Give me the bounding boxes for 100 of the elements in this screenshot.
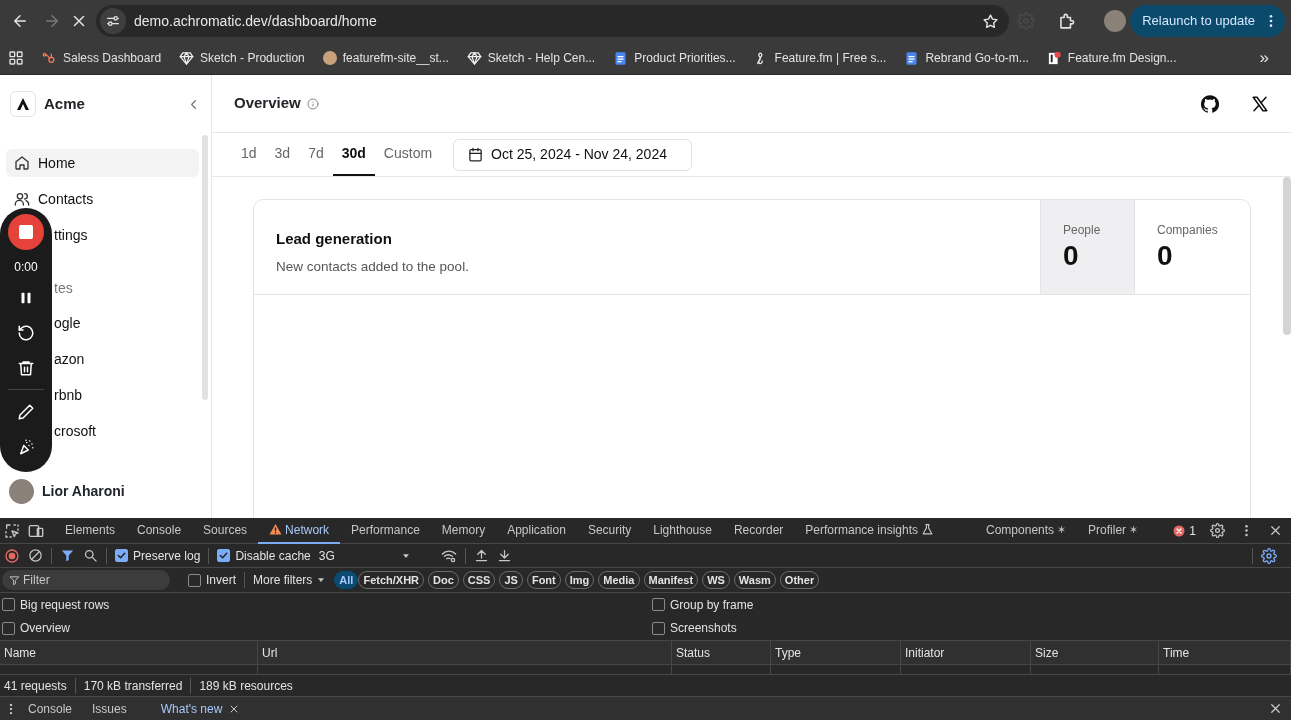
sidebar-item[interactable]: rbnb [54, 381, 83, 409]
sidebar-item[interactable]: ttings [54, 221, 88, 249]
profile-avatar[interactable] [1104, 10, 1127, 32]
stat-panel[interactable]: People 0 [1040, 200, 1134, 294]
devtools-tab[interactable]: Console [126, 517, 193, 544]
stat-panel[interactable]: Companies 0 [1134, 200, 1250, 294]
error-count[interactable]: 1 [1173, 521, 1196, 540]
stop-button[interactable] [8, 214, 44, 250]
site-settings-icon[interactable] [105, 13, 121, 29]
relaunch-button[interactable]: Relaunch to update [1130, 5, 1285, 37]
checkbox-label[interactable]: Screenshots [670, 619, 737, 638]
sidebar-item[interactable]: Home [6, 149, 199, 177]
user-name[interactable]: Lior Aharoni [42, 481, 125, 502]
checkbox-label[interactable]: Preserve log [133, 546, 201, 565]
throttle-select[interactable]: 3G [318, 546, 411, 565]
checkbox[interactable] [652, 621, 665, 635]
checkbox[interactable] [2, 621, 15, 635]
checkbox-label[interactable]: Big request rows [20, 595, 110, 614]
search-icon[interactable] [83, 548, 98, 563]
drawer-tab[interactable]: What's new [150, 699, 251, 718]
upload-icon[interactable] [473, 548, 489, 563]
filter-field[interactable]: Filter [2, 570, 170, 590]
settings-icon[interactable] [1261, 547, 1277, 564]
clear-icon[interactable] [28, 548, 43, 563]
checkbox[interactable] [2, 598, 15, 612]
devtools-tab[interactable]: Memory [430, 517, 497, 544]
close-icon[interactable] [1268, 701, 1283, 716]
record-icon[interactable] [4, 547, 20, 564]
confetti-icon[interactable] [17, 437, 35, 456]
bookmark[interactable]: Sketch - Help Cen... [466, 49, 596, 67]
status-text: 189 kB resources [199, 677, 293, 695]
range-tab[interactable]: 7d [299, 133, 333, 176]
checkbox[interactable] [217, 549, 231, 562]
devtools-tab[interactable]: Security [576, 517, 643, 544]
drawer-tab[interactable]: Console [18, 699, 83, 718]
x-logo-icon[interactable] [1251, 94, 1269, 113]
bookmark[interactable]: Sketch - Production [179, 49, 305, 67]
github-icon[interactable] [1201, 94, 1219, 113]
more-filters-dropdown[interactable]: More filters [253, 571, 327, 589]
checkbox-label[interactable]: Group by frame [670, 595, 754, 614]
home-icon [14, 155, 30, 171]
checkbox-label[interactable]: Overview [20, 619, 70, 638]
checkbox[interactable] [188, 573, 201, 587]
trash-icon[interactable] [17, 358, 35, 377]
filter-chip[interactable]: All [334, 571, 359, 589]
devtools-tab[interactable]: Components [975, 517, 1078, 544]
settings-icon[interactable] [1210, 523, 1225, 538]
devtools-tab[interactable]: Profiler [1077, 517, 1150, 544]
bookmark[interactable]: featurefm-site__st... [322, 49, 449, 67]
column-header[interactable]: Time [1159, 641, 1291, 665]
close-icon[interactable] [1268, 523, 1283, 538]
column-header[interactable]: Type [771, 641, 901, 665]
filter-icon[interactable] [60, 548, 75, 563]
user-avatar[interactable] [9, 479, 34, 504]
restart-icon[interactable] [17, 323, 35, 342]
sidebar-item[interactable]: Contacts [6, 185, 199, 213]
avatar-icon [322, 51, 337, 65]
timer: 0:00 [14, 259, 38, 276]
download-icon[interactable] [496, 548, 512, 563]
pencil-icon[interactable] [17, 402, 35, 421]
devtools-tab[interactable]: Lighthouse [642, 517, 723, 544]
sidebar-item[interactable]: ogle [54, 309, 81, 337]
checkbox-label[interactable]: Disable cache [235, 546, 311, 565]
checkbox[interactable] [115, 549, 128, 562]
bookmark[interactable]: Rebrand Go-to-m... [904, 49, 1029, 67]
devtools-tab[interactable]: Elements [54, 517, 127, 544]
bookmark[interactable]: Product Priorities... [613, 49, 736, 67]
column-header[interactable]: Name [0, 641, 258, 665]
puzzle-icon[interactable] [1057, 11, 1077, 31]
devtools-tab[interactable]: Recorder [722, 517, 795, 544]
checkbox[interactable] [652, 598, 665, 612]
devtools-tab[interactable]: Application [496, 517, 577, 544]
bookmark[interactable]: Feature.fm | Free s... [753, 49, 887, 67]
checkbox-label[interactable]: Invert [206, 571, 236, 589]
devtools-tab[interactable]: Sources [192, 517, 259, 544]
address-bar[interactable]: demo.achromatic.dev/dashboard/home [96, 5, 1010, 37]
range-tab[interactable]: 1d [232, 133, 266, 176]
apps-icon[interactable] [8, 50, 24, 66]
sidebar-item[interactable]: azon [54, 345, 85, 373]
devtools-tab[interactable]: Network [258, 517, 341, 544]
devtools-tab[interactable]: Performance [340, 517, 431, 544]
sidebar-item[interactable]: crosoft [54, 417, 96, 445]
bookmark[interactable]: Saless Dashboard [42, 49, 162, 67]
range-tab[interactable]: 30d [332, 133, 375, 176]
device-icon[interactable] [28, 522, 44, 539]
inspect-icon[interactable] [4, 522, 20, 539]
column-header[interactable]: Size [1031, 641, 1159, 665]
star-icon[interactable] [982, 12, 1000, 30]
date-range-button[interactable]: Oct 25, 2024 - Nov 24, 2024 [453, 138, 692, 171]
drawer-tab[interactable]: Issues [82, 699, 137, 718]
column-header[interactable]: Initiator [901, 641, 1031, 665]
more-bookmarks-button[interactable]: » [1259, 45, 1283, 71]
range-tab[interactable]: 3d [265, 133, 300, 176]
scrollbar[interactable] [1283, 177, 1291, 335]
bookmark[interactable]: Feature.fm Design... [1046, 49, 1177, 67]
devtools-tab[interactable]: Performance insights [794, 517, 946, 544]
column-header[interactable]: Status [672, 641, 771, 665]
scrollbar[interactable] [202, 135, 208, 400]
column-header[interactable]: Url [258, 641, 672, 665]
range-tab[interactable]: Custom [374, 133, 442, 176]
